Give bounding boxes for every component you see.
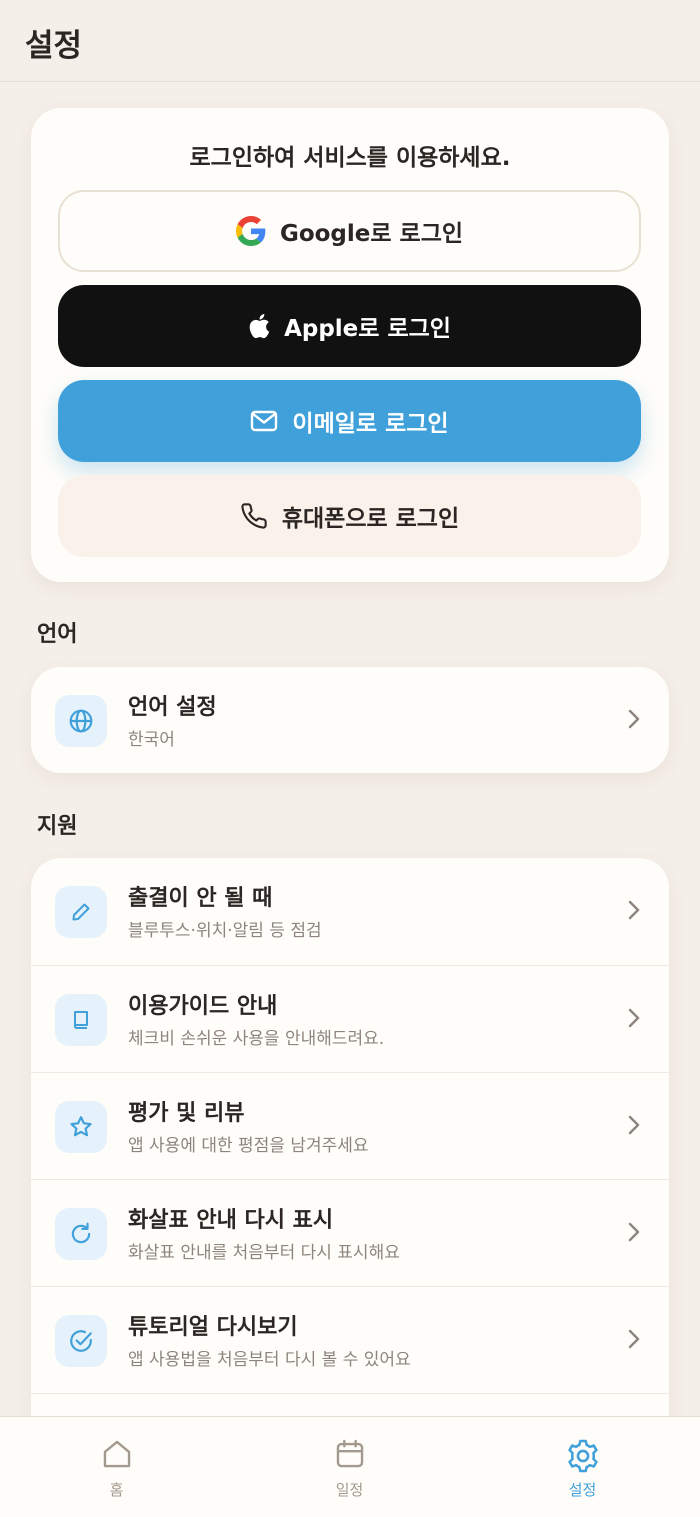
mail-icon xyxy=(250,410,278,432)
chevron-right-icon xyxy=(627,1006,641,1034)
pencil-icon xyxy=(55,886,107,938)
header: 설정 xyxy=(0,0,700,82)
email-login-label: 이메일로 로그인 xyxy=(292,411,449,437)
list-item-title: 출결이 안 될 때 xyxy=(128,886,273,911)
support-item-rate-review[interactable]: 평가 및 리뷰 앱 사용에 대한 평점을 남겨주세요 xyxy=(31,1072,669,1179)
tab-home[interactable]: 홈 xyxy=(0,1417,233,1517)
chevron-right-icon xyxy=(627,707,641,735)
support-item-user-guide[interactable]: 이용가이드 안내 체크비 손쉬운 사용을 안내해드려요. xyxy=(31,965,669,1072)
apple-login-button[interactable]: Apple로 로그인 xyxy=(58,285,641,367)
tab-settings-label: 설정 xyxy=(568,1481,597,1499)
tab-home-label: 홈 xyxy=(109,1481,124,1499)
language-card: 언어 설정 한국어 xyxy=(31,667,669,773)
language-section-label: 언어 xyxy=(37,622,78,647)
star-icon xyxy=(55,1101,107,1153)
list-item-title: 화살표 안내 다시 표시 xyxy=(128,1208,334,1233)
language-settings-value: 한국어 xyxy=(128,730,175,750)
list-item-title: 튜토리얼 다시보기 xyxy=(128,1315,298,1340)
tab-schedule[interactable]: 일정 xyxy=(233,1417,466,1517)
chevron-right-icon xyxy=(627,898,641,926)
email-login-button[interactable]: 이메일로 로그인 xyxy=(58,380,641,462)
chevron-right-icon xyxy=(627,1220,641,1248)
chevron-right-icon xyxy=(627,1113,641,1141)
login-prompt: 로그인하여 서비스를 이용하세요. xyxy=(189,145,511,171)
list-item-subtitle: 체크비 손쉬운 사용을 안내해드려요. xyxy=(128,1029,385,1049)
chevron-right-icon xyxy=(627,1327,641,1355)
google-login-button[interactable]: Google로 로그인 xyxy=(58,190,641,272)
globe-icon xyxy=(55,695,107,747)
list-item-title: 평가 및 리뷰 xyxy=(128,1101,245,1126)
bottom-tab-bar: 홈 일정 설정 xyxy=(0,1416,700,1517)
phone-icon xyxy=(240,502,268,530)
tab-settings[interactable]: 설정 xyxy=(466,1417,699,1517)
phone-login-label: 휴대폰으로 로그인 xyxy=(281,506,460,532)
support-section-label: 지원 xyxy=(37,814,78,839)
support-item-attendance-help[interactable]: 출결이 안 될 때 블루투스·위치·알림 등 점검 xyxy=(31,858,669,965)
list-item-subtitle: 화살표 안내를 처음부터 다시 표시해요 xyxy=(128,1243,400,1263)
phone-login-button[interactable]: 휴대폰으로 로그인 xyxy=(58,475,641,557)
list-item-title: 이용가이드 안내 xyxy=(128,994,278,1019)
support-item-arrow-guide[interactable]: 화살표 안내 다시 표시 화살표 안내를 처음부터 다시 표시해요 xyxy=(31,1179,669,1286)
apple-icon xyxy=(248,313,270,339)
support-card: 출결이 안 될 때 블루투스·위치·알림 등 점검 이용가이드 안내 체크비 손… xyxy=(31,858,669,1458)
language-settings-title: 언어 설정 xyxy=(128,695,217,720)
language-settings-row[interactable]: 언어 설정 한국어 xyxy=(31,667,669,774)
google-login-label: Google로 로그인 xyxy=(279,221,464,247)
google-icon xyxy=(235,216,266,246)
page-title: 설정 xyxy=(25,28,83,64)
settings-screen: 설정 로그인하여 서비스를 이용하세요. Google로 로그인 Apple로 … xyxy=(0,0,700,1517)
list-item-subtitle: 앱 사용법을 처음부터 다시 볼 수 있어요 xyxy=(128,1350,411,1370)
login-card: 로그인하여 서비스를 이용하세요. Google로 로그인 Apple로 로그인 xyxy=(31,108,669,582)
list-item-subtitle: 앱 사용에 대한 평점을 남겨주세요 xyxy=(128,1136,369,1156)
check-circle-icon xyxy=(55,1315,107,1367)
tab-schedule-label: 일정 xyxy=(335,1481,364,1499)
refresh-icon xyxy=(55,1208,107,1260)
support-item-tutorial[interactable]: 튜토리얼 다시보기 앱 사용법을 처음부터 다시 볼 수 있어요 xyxy=(31,1286,669,1393)
list-item-subtitle: 블루투스·위치·알림 등 점검 xyxy=(128,921,322,941)
book-icon xyxy=(55,994,107,1046)
apple-login-label: Apple로 로그인 xyxy=(284,316,451,342)
